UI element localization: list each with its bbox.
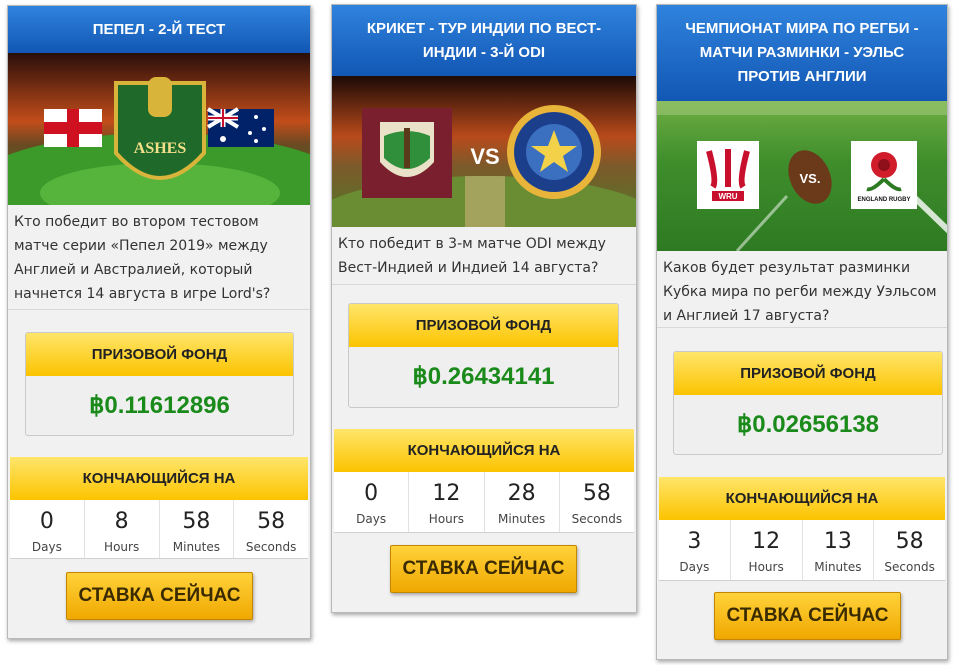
bet-now-button[interactable]: СТАВКА СЕЙЧАС bbox=[390, 545, 577, 593]
prize-pool-box: ПРИЗОВОЙ ФОНД ฿0.11612896 bbox=[25, 332, 294, 436]
countdown-timer: 3 Days 12 Hours 13 Minutes 58 Seconds bbox=[659, 520, 945, 581]
bcci-crest-icon bbox=[507, 105, 601, 199]
countdown-unit: Days bbox=[356, 512, 387, 526]
countdown-days: 0 Days bbox=[10, 500, 85, 558]
countdown-unit: Hours bbox=[428, 512, 464, 526]
countdown-value: 12 bbox=[752, 529, 781, 554]
card-title: КРИКЕТ - ТУР ИНДИИ ПО ВЕСТ-ИНДИИ - 3-Й O… bbox=[332, 5, 636, 76]
countdown-value: 12 bbox=[432, 481, 461, 506]
countdown-days: 3 Days bbox=[659, 520, 731, 580]
countdown-value: 13 bbox=[823, 529, 852, 554]
countdown-unit: Minutes bbox=[498, 512, 546, 526]
countdown-seconds: 58 Seconds bbox=[874, 520, 945, 580]
prize-pool-label: ПРИЗОВОЙ ФОНД bbox=[674, 352, 942, 395]
prize-pool-label: ПРИЗОВОЙ ФОНД bbox=[26, 333, 293, 376]
countdown-value: 58 bbox=[182, 509, 211, 534]
countdown-unit: Seconds bbox=[884, 560, 935, 574]
bitcoin-icon: ฿ bbox=[89, 392, 105, 419]
card-title-text: ЧЕМПИОНАТ МИРА ПО РЕГБИ - МАТЧИ РАЗМИНКИ… bbox=[685, 20, 919, 85]
countdown-unit: Seconds bbox=[245, 540, 297, 554]
england-rugby-text: ENGLAND RUGBY bbox=[857, 197, 910, 203]
ends-at-label: КОНЧАЮЩИЙСЯ НА bbox=[334, 429, 634, 472]
match-image-cricket: VS bbox=[332, 76, 636, 227]
countdown-value: 8 bbox=[114, 509, 129, 534]
countdown-value: 3 bbox=[687, 529, 702, 554]
versus-text: VS. bbox=[800, 171, 821, 186]
countdown-minutes: 28 Minutes bbox=[485, 472, 560, 532]
match-image-ashes: ASHES bbox=[8, 53, 310, 205]
card-title: ПЕПЕЛ - 2-Й ТЕСТ bbox=[8, 6, 310, 53]
countdown-days: 0 Days bbox=[334, 472, 410, 532]
prize-amount: 0.26434141 bbox=[427, 363, 555, 390]
countdown-seconds: 58 Seconds bbox=[234, 500, 308, 558]
countdown-value: 58 bbox=[895, 529, 924, 554]
countdown-timer: 0 Days 12 Hours 28 Minutes 58 Seconds bbox=[334, 472, 634, 533]
wru-crest-icon: WRU bbox=[697, 141, 759, 209]
bitcoin-icon: ฿ bbox=[412, 363, 428, 390]
match-question: Кто победит в 3-м матче ODI между Вест-И… bbox=[332, 227, 636, 285]
countdown-timer: 0 Days 8 Hours 58 Minutes 58 Seconds bbox=[10, 500, 308, 559]
prize-pool-value: ฿0.26434141 bbox=[349, 347, 618, 407]
wru-text: WRU bbox=[718, 192, 737, 201]
bet-now-button[interactable]: СТАВКА СЕЙЧАС bbox=[66, 572, 253, 620]
countdown-value: 58 bbox=[582, 481, 611, 506]
ends-at-label: КОНЧАЮЩИЙСЯ НА bbox=[10, 457, 308, 500]
ashes-series-logo-icon: ASHES bbox=[114, 77, 206, 180]
countdown-unit: Seconds bbox=[571, 512, 623, 526]
bitcoin-icon: ฿ bbox=[736, 411, 753, 438]
bet-card-rugby: ЧЕМПИОНАТ МИРА ПО РЕГБИ - МАТЧИ РАЗМИНКИ… bbox=[656, 4, 948, 660]
west-indies-crest-icon bbox=[362, 108, 452, 198]
prize-pool-value: ฿0.11612896 bbox=[26, 376, 293, 435]
australia-flag-icon bbox=[206, 107, 274, 147]
england-rugby-rose-icon: ENGLAND RUGBY bbox=[851, 141, 917, 209]
prize-pool-box: ПРИЗОВОЙ ФОНД ฿0.02656138 bbox=[673, 351, 943, 455]
match-question: Кто победит во втором тестовом матче сер… bbox=[8, 205, 310, 310]
prize-amount: 0.11612896 bbox=[104, 392, 230, 419]
match-question: Каков будет результат разминки Кубка мир… bbox=[657, 251, 947, 328]
ashes-logo-text: ASHES bbox=[134, 140, 187, 157]
prize-amount: 0.02656138 bbox=[752, 411, 880, 438]
countdown-minutes: 13 Minutes bbox=[803, 520, 875, 580]
countdown-unit: Hours bbox=[748, 560, 784, 574]
countdown-unit: Days bbox=[679, 560, 710, 574]
countdown-value: 28 bbox=[507, 481, 536, 506]
card-title: ЧЕМПИОНАТ МИРА ПО РЕГБИ - МАТЧИ РАЗМИНКИ… bbox=[657, 5, 947, 101]
countdown-hours: 8 Hours bbox=[85, 500, 160, 558]
ends-at-label: КОНЧАЮЩИЙСЯ НА bbox=[659, 477, 945, 520]
versus-text: VS bbox=[470, 144, 499, 169]
countdown-unit: Hours bbox=[104, 540, 140, 554]
countdown-hours: 12 Hours bbox=[409, 472, 485, 532]
countdown-unit: Minutes bbox=[814, 560, 862, 574]
countdown-value: 0 bbox=[39, 509, 54, 534]
countdown-minutes: 58 Minutes bbox=[160, 500, 235, 558]
countdown-hours: 12 Hours bbox=[731, 520, 803, 580]
card-title-text: КРИКЕТ - ТУР ИНДИИ ПО ВЕСТ-ИНДИИ - 3-Й O… bbox=[366, 19, 602, 61]
question-text: Кто победит во втором тестовом матче сер… bbox=[14, 214, 271, 302]
match-image-rugby: WRU VS. ENGLAND RUGBY bbox=[657, 101, 947, 251]
england-flag-icon bbox=[44, 109, 102, 147]
prize-pool-label: ПРИЗОВОЙ ФОНД bbox=[349, 304, 618, 347]
bet-now-button[interactable]: СТАВКА СЕЙЧАС bbox=[714, 592, 901, 640]
prize-pool-value: ฿0.02656138 bbox=[674, 395, 942, 454]
question-text: Каков будет результат разминки Кубка мир… bbox=[663, 260, 937, 324]
countdown-value: 58 bbox=[257, 509, 286, 534]
countdown-unit: Days bbox=[31, 540, 62, 554]
bet-card-ashes: ПЕПЕЛ - 2-Й ТЕСТ ASHES Кто победит во вт… bbox=[7, 5, 311, 639]
countdown-seconds: 58 Seconds bbox=[560, 472, 634, 532]
countdown-value: 0 bbox=[364, 481, 379, 506]
card-title-text: ПЕПЕЛ - 2-Й ТЕСТ bbox=[92, 20, 226, 38]
countdown-unit: Minutes bbox=[172, 540, 220, 554]
question-text: Кто победит в 3-м матче ODI между Вест-И… bbox=[338, 236, 606, 276]
bet-card-cricket-odi: КРИКЕТ - ТУР ИНДИИ ПО ВЕСТ-ИНДИИ - 3-Й O… bbox=[331, 4, 637, 613]
prize-pool-box: ПРИЗОВОЙ ФОНД ฿0.26434141 bbox=[348, 303, 619, 408]
